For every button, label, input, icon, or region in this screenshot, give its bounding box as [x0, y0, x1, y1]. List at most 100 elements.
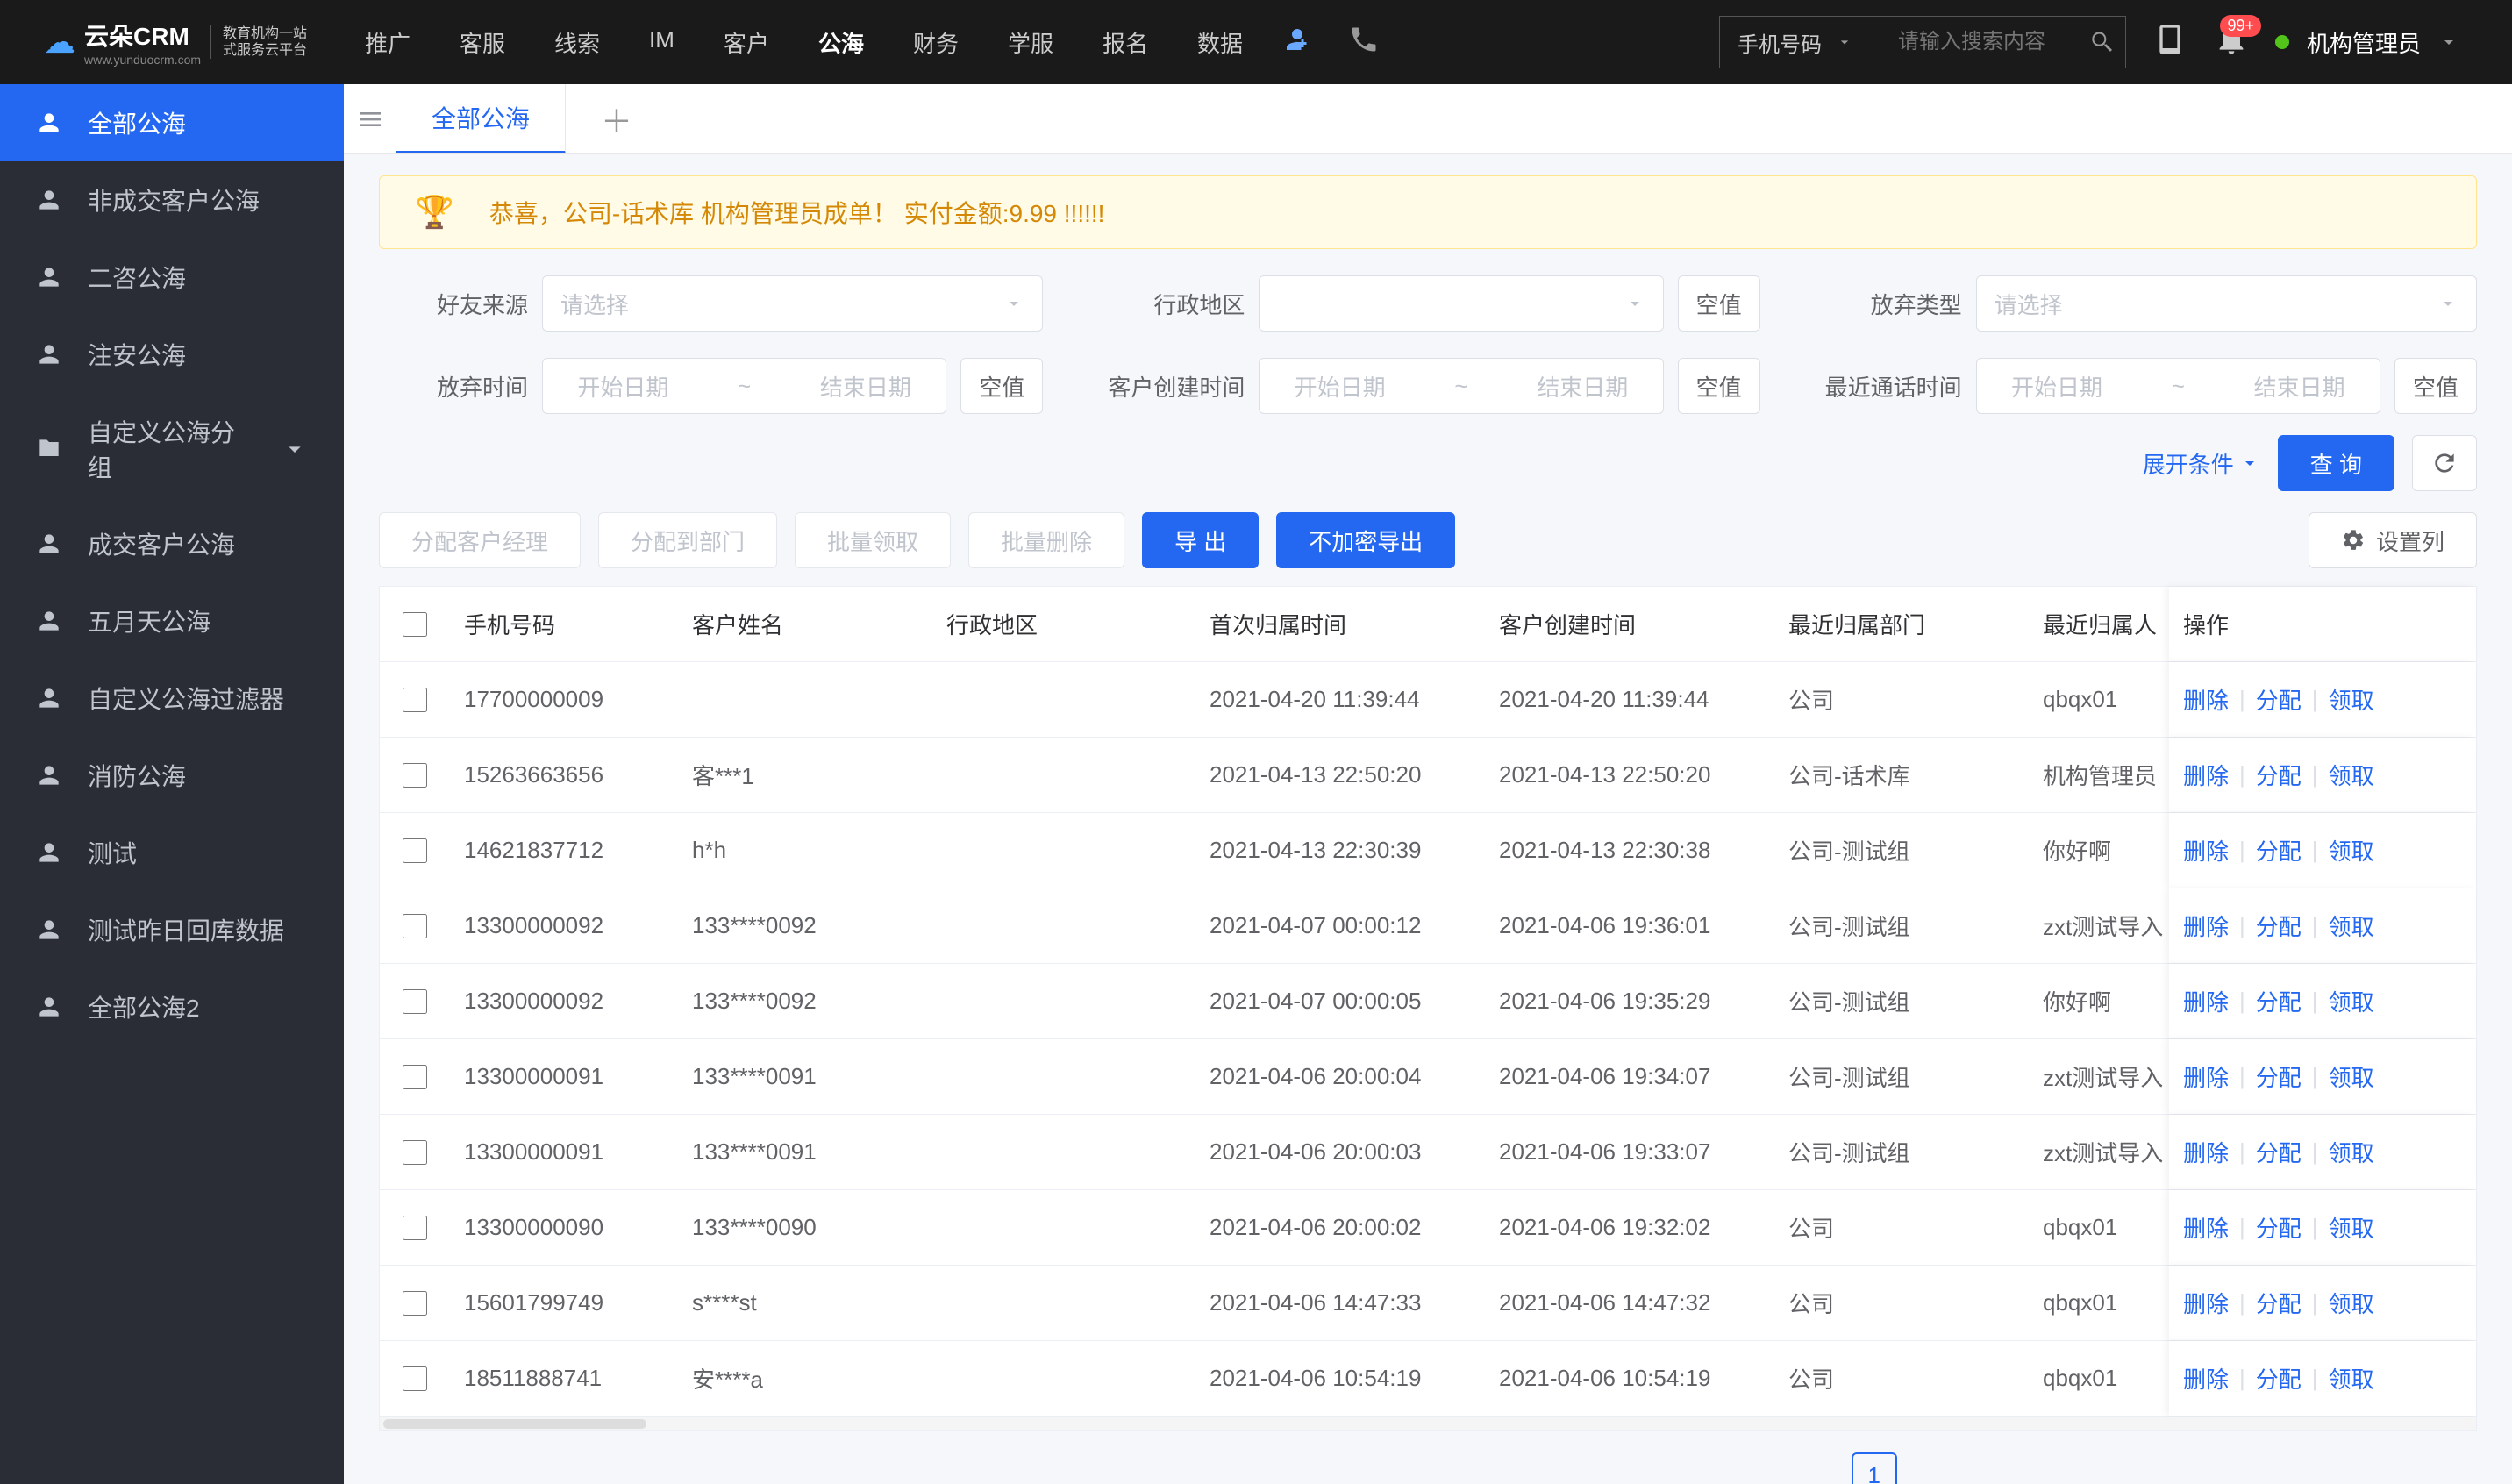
export-button[interactable]: 导 出 — [1142, 512, 1259, 568]
assign-link[interactable]: 分配 — [2256, 1211, 2301, 1244]
empty-value-button[interactable]: 空值 — [960, 358, 1043, 414]
expand-filters-link[interactable]: 展开条件 — [2143, 447, 2260, 480]
nav-item[interactable]: 客服 — [456, 19, 509, 66]
admin-region-select[interactable] — [1259, 275, 1663, 332]
delete-link[interactable]: 删除 — [2183, 910, 2229, 942]
nav-item[interactable]: 推广 — [361, 19, 414, 66]
claim-link[interactable]: 领取 — [2329, 683, 2374, 716]
tab-all-sea[interactable]: 全部公海 — [396, 84, 566, 153]
delete-link[interactable]: 删除 — [2183, 1362, 2229, 1395]
table-row[interactable]: 13300000091133****00912021-04-06 20:00:0… — [380, 1039, 2476, 1115]
row-checkbox[interactable] — [403, 1291, 427, 1316]
assign-link[interactable]: 分配 — [2256, 1362, 2301, 1395]
assign-dept-button[interactable]: 分配到部门 — [598, 512, 777, 568]
row-checkbox[interactable] — [403, 989, 427, 1014]
table-row[interactable]: 177000000092021-04-20 11:39:442021-04-20… — [380, 662, 2476, 738]
abandon-type-select[interactable]: 请选择 — [1976, 275, 2477, 332]
sidebar-item[interactable]: 注安公海 — [0, 316, 344, 393]
row-checkbox[interactable] — [403, 763, 427, 788]
tablet-icon[interactable] — [2152, 22, 2187, 63]
assign-link[interactable]: 分配 — [2256, 1060, 2301, 1093]
sidebar-item[interactable]: 成交客户公海 — [0, 505, 344, 582]
table-row[interactable]: 15601799749s****st2021-04-06 14:47:33202… — [380, 1266, 2476, 1341]
assign-link[interactable]: 分配 — [2256, 985, 2301, 1017]
select-all-checkbox[interactable] — [403, 612, 427, 637]
claim-link[interactable]: 领取 — [2329, 985, 2374, 1017]
page-button[interactable]: 1 — [1852, 1452, 1897, 1484]
delete-link[interactable]: 删除 — [2183, 1060, 2229, 1093]
assign-link[interactable]: 分配 — [2256, 910, 2301, 942]
nav-item[interactable]: 客户 — [720, 19, 773, 66]
nav-item[interactable]: 报名 — [1099, 19, 1152, 66]
sidebar-item[interactable]: 非成交客户公海 — [0, 161, 344, 239]
sidebar-item[interactable]: 二咨公海 — [0, 239, 344, 316]
sidebar-item[interactable]: 自定义公海分组 — [0, 393, 344, 505]
nav-item[interactable]: 数据 — [1194, 19, 1246, 66]
user-menu[interactable]: 机构管理员 — [2275, 26, 2459, 59]
delete-link[interactable]: 删除 — [2183, 683, 2229, 716]
sidebar-item[interactable]: 测试昨日回库数据 — [0, 891, 344, 968]
row-checkbox[interactable] — [403, 838, 427, 863]
nav-item[interactable]: 公海 — [815, 19, 867, 66]
row-checkbox[interactable] — [403, 1216, 427, 1240]
claim-link[interactable]: 领取 — [2329, 1287, 2374, 1319]
horizontal-scrollbar[interactable] — [379, 1417, 2477, 1431]
delete-link[interactable]: 删除 — [2183, 985, 2229, 1017]
claim-link[interactable]: 领取 — [2329, 759, 2374, 791]
batch-delete-button[interactable]: 批量删除 — [968, 512, 1124, 568]
sidebar-item[interactable]: 自定义公海过滤器 — [0, 660, 344, 737]
add-tab-button[interactable]: ＋ — [566, 96, 667, 142]
nav-item[interactable]: 学服 — [1004, 19, 1057, 66]
columns-button[interactable]: 设置列 — [2309, 512, 2477, 568]
assign-link[interactable]: 分配 — [2256, 1287, 2301, 1319]
sidebar-item[interactable]: 五月天公海 — [0, 582, 344, 660]
create-time-range[interactable]: 开始日期~结束日期 — [1259, 358, 1663, 414]
row-checkbox[interactable] — [403, 914, 427, 938]
nav-item[interactable]: 财务 — [910, 19, 962, 66]
batch-claim-button[interactable]: 批量领取 — [795, 512, 951, 568]
claim-link[interactable]: 领取 — [2329, 834, 2374, 867]
delete-link[interactable]: 删除 — [2183, 834, 2229, 867]
nav-item[interactable]: IM — [646, 19, 678, 66]
claim-link[interactable]: 领取 — [2329, 1060, 2374, 1093]
assign-link[interactable]: 分配 — [2256, 683, 2301, 716]
empty-value-button[interactable]: 空值 — [1678, 358, 1760, 414]
table-row[interactable]: 13300000091133****00912021-04-06 20:00:0… — [380, 1115, 2476, 1190]
assign-link[interactable]: 分配 — [2256, 1136, 2301, 1168]
row-checkbox[interactable] — [403, 1366, 427, 1391]
sidebar-item[interactable]: 全部公海2 — [0, 968, 344, 1045]
sidebar-item[interactable]: 消防公海 — [0, 737, 344, 814]
assign-link[interactable]: 分配 — [2256, 834, 2301, 867]
delete-link[interactable]: 删除 — [2183, 759, 2229, 791]
table-row[interactable]: 13300000090133****00902021-04-06 20:00:0… — [380, 1190, 2476, 1266]
search-type-select[interactable]: 手机号码 — [1719, 16, 1880, 68]
claim-link[interactable]: 领取 — [2329, 1211, 2374, 1244]
query-button[interactable]: 查 询 — [2278, 435, 2394, 491]
row-checkbox[interactable] — [403, 1140, 427, 1165]
phone-icon[interactable] — [1348, 24, 1380, 61]
refresh-button[interactable] — [2412, 435, 2477, 491]
claim-link[interactable]: 领取 — [2329, 1136, 2374, 1168]
table-row[interactable]: 15263663656客***12021-04-13 22:50:202021-… — [380, 738, 2476, 813]
nav-item[interactable]: 线索 — [551, 19, 603, 66]
collapse-sidebar-icon[interactable] — [344, 84, 396, 153]
empty-value-button[interactable]: 空值 — [2394, 358, 2477, 414]
delete-link[interactable]: 删除 — [2183, 1287, 2229, 1319]
table-row[interactable]: 13300000092133****00922021-04-07 00:00:0… — [380, 964, 2476, 1039]
empty-value-button[interactable]: 空值 — [1678, 275, 1760, 332]
row-checkbox[interactable] — [403, 1065, 427, 1089]
delete-link[interactable]: 删除 — [2183, 1136, 2229, 1168]
export-plain-button[interactable]: 不加密导出 — [1276, 512, 1455, 568]
search-icon[interactable] — [2087, 28, 2116, 56]
last-call-range[interactable]: 开始日期~结束日期 — [1976, 358, 2380, 414]
sidebar-item[interactable]: 全部公海 — [0, 84, 344, 161]
claim-link[interactable]: 领取 — [2329, 910, 2374, 942]
friend-source-select[interactable]: 请选择 — [542, 275, 1043, 332]
table-row[interactable]: 14621837712h*h2021-04-13 22:30:392021-04… — [380, 813, 2476, 888]
assign-manager-button[interactable]: 分配客户经理 — [379, 512, 581, 568]
abandon-time-range[interactable]: 开始日期~结束日期 — [542, 358, 946, 414]
claim-link[interactable]: 领取 — [2329, 1362, 2374, 1395]
table-row[interactable]: 18511888741安****a2021-04-06 10:54:192021… — [380, 1341, 2476, 1416]
notification-icon[interactable]: 99+ — [2214, 22, 2249, 63]
assign-link[interactable]: 分配 — [2256, 759, 2301, 791]
